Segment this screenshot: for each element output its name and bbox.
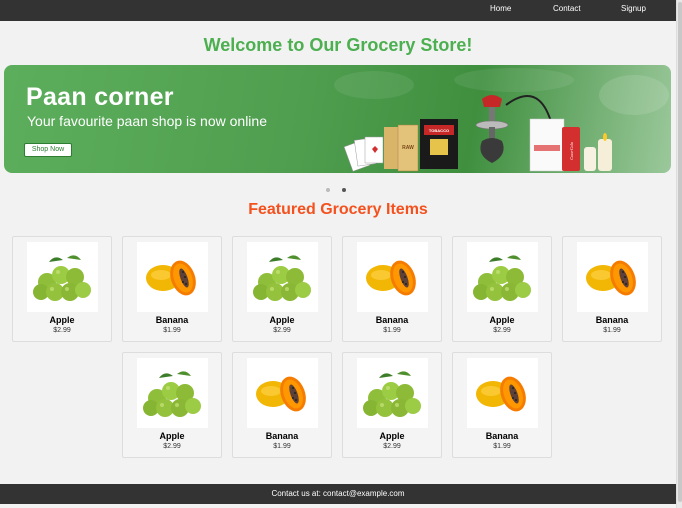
product-card[interactable]: Banana $1.99	[232, 352, 332, 458]
welcome-heading: Welcome to Our Grocery Store!	[203, 35, 473, 55]
apple-icon	[137, 358, 208, 428]
raw-label: RAW	[402, 145, 414, 151]
papaya-icon	[137, 242, 208, 312]
scrollbar-thumb[interactable]	[678, 2, 682, 502]
product-card[interactable]: Banana $1.99	[452, 352, 552, 458]
footer-contact: Contact us at: contact@example.com	[0, 484, 676, 504]
featured-heading: Featured Grocery Items	[248, 201, 428, 218]
product-name: Banana	[375, 315, 409, 325]
product-card[interactable]: Banana $1.99	[562, 236, 662, 342]
product-price: $1.99	[493, 443, 511, 450]
rolling-paper-box: RAW	[384, 124, 419, 172]
product-price: $2.99	[493, 327, 511, 334]
shop-now-button[interactable]: Shop Now	[24, 143, 72, 157]
cola-can: Coca-Cola	[562, 127, 580, 171]
banner-subtitle: Your favourite paan shop is now online	[27, 113, 267, 129]
papaya-icon	[247, 358, 318, 428]
product-name: Banana	[155, 315, 189, 325]
product-card[interactable]: Apple $2.99	[342, 352, 442, 458]
cola-label: Coca-Cola	[569, 142, 574, 160]
product-price: $2.99	[383, 443, 401, 450]
product-card[interactable]: Banana $1.99	[342, 236, 442, 342]
product-price: $2.99	[53, 327, 71, 334]
tobacco-pack: TOBACCO	[420, 119, 458, 169]
promo-banner[interactable]: Paan corner Your favourite paan shop is …	[4, 65, 671, 173]
product-name: Apple	[379, 431, 405, 441]
product-card[interactable]: Apple $2.99	[12, 236, 112, 342]
apple-icon	[467, 242, 538, 312]
product-name: Banana	[595, 315, 629, 325]
page-scrollbar[interactable]	[676, 0, 682, 508]
banner-title: Paan corner	[26, 83, 174, 111]
product-name: Banana	[485, 431, 519, 441]
nav-contact-link[interactable]: Contact	[553, 4, 581, 13]
papaya-icon	[357, 242, 428, 312]
carousel-dot[interactable]	[326, 188, 330, 192]
candles-icon	[584, 133, 612, 171]
cigarette-box	[529, 118, 565, 172]
product-price: $2.99	[163, 443, 181, 450]
product-card[interactable]: Banana $1.99	[122, 236, 222, 342]
product-price: $1.99	[383, 327, 401, 334]
product-name: Apple	[49, 315, 75, 325]
apple-icon	[247, 242, 318, 312]
product-price: $1.99	[603, 327, 621, 334]
carousel-dot-active[interactable]	[342, 188, 346, 192]
product-card[interactable]: Apple $2.99	[122, 352, 222, 458]
product-price: $2.99	[273, 327, 291, 334]
product-price: $1.99	[163, 327, 181, 334]
product-name: Banana	[265, 431, 299, 441]
playing-cards-icon	[343, 136, 384, 172]
apple-icon	[27, 242, 98, 312]
papaya-icon	[467, 358, 538, 428]
tobacco-label: TOBACCO	[429, 128, 449, 133]
product-price: $1.99	[273, 443, 291, 450]
apple-icon	[357, 358, 428, 428]
papaya-icon	[577, 242, 648, 312]
product-card[interactable]: Apple $2.99	[452, 236, 552, 342]
product-name: Apple	[269, 315, 295, 325]
top-navbar: Home Contact Signup	[0, 0, 676, 21]
nav-signup-link[interactable]: Signup	[621, 4, 646, 13]
product-name: Apple	[159, 431, 185, 441]
product-card[interactable]: Apple $2.99	[232, 236, 332, 342]
nav-home-link[interactable]: Home	[490, 4, 511, 13]
paan-products-image: RAW TOBACCO Coca-Cola	[334, 68, 669, 172]
product-name: Apple	[489, 315, 515, 325]
